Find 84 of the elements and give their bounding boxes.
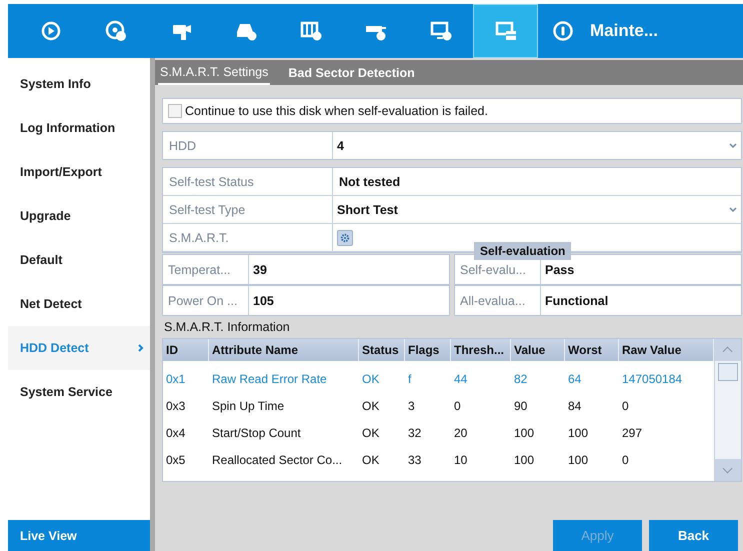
table-cell-text: Start/Stop Count xyxy=(211,426,302,440)
table-cell-text: 0x3 xyxy=(165,398,186,412)
table-cell-text: 0x5 xyxy=(165,452,186,466)
sidebar-item[interactable]: System Service xyxy=(8,370,150,414)
scroll-thumb[interactable] xyxy=(718,363,738,381)
table-cell-text: 0 xyxy=(621,452,630,466)
column-header[interactable]: Flags xyxy=(405,339,451,361)
field-value: 39 xyxy=(252,262,268,278)
table-cell-text: Reallocated Sector Co... xyxy=(211,452,344,466)
sidebar-item[interactable]: Net Detect xyxy=(8,282,150,326)
column-header[interactable]: Status xyxy=(359,339,405,361)
power-icon xyxy=(552,20,574,42)
table-cell-text: 84 xyxy=(567,398,582,412)
field-label: Self-test Type xyxy=(163,196,333,223)
chevron-icon xyxy=(138,344,144,352)
table-cell-text: 0x4 xyxy=(165,426,186,440)
table-cell-text: 0x1 xyxy=(165,372,186,386)
table-cell-text: OK xyxy=(361,398,380,412)
column-header[interactable]: Value xyxy=(511,339,565,361)
table-cell-text: 44 xyxy=(453,372,468,386)
column-header[interactable]: Attribute Name xyxy=(209,339,359,361)
tooltip: Self-evaluation xyxy=(474,242,572,260)
action-button[interactable]: Back xyxy=(649,520,738,551)
monitor-storage-icon xyxy=(494,20,516,42)
section-title: S.M.A.R.T. Information xyxy=(163,319,291,336)
dropdown-field[interactable]: Short Test xyxy=(333,196,741,223)
table-cell-text: 0 xyxy=(453,398,462,412)
table-cell-text: OK xyxy=(361,426,380,440)
table-cell-text: 100 xyxy=(513,426,536,440)
table-cell-text: 20 xyxy=(453,426,468,440)
table-cell-text: 32 xyxy=(407,426,422,440)
table-cell-text: Raw Read Error Rate xyxy=(211,372,328,386)
checkbox[interactable] xyxy=(168,104,182,118)
live-view-button[interactable]: Live View xyxy=(8,520,150,551)
table-cell-text: 90 xyxy=(513,398,528,412)
table-cell-text: 0 xyxy=(621,398,630,412)
field-value: Short Test xyxy=(337,202,398,216)
menu-tab[interactable] xyxy=(473,4,538,58)
table-cell-text: 3 xyxy=(407,398,416,412)
field-label: Power On ... xyxy=(163,286,249,315)
table-cell-text: 82 xyxy=(513,372,528,386)
table-cell-text: 64 xyxy=(567,372,582,386)
sidebar-item[interactable]: Default xyxy=(8,238,150,282)
tab[interactable]: S.M.A.R.T. Settings xyxy=(158,60,270,85)
sidebar-item[interactable]: Upgrade xyxy=(8,194,150,238)
checkbox-label: Continue to use this disk when self-evaluation is failed. xyxy=(185,104,488,118)
table-cell-text: 100 xyxy=(513,452,536,466)
column-header[interactable]: Thresh... xyxy=(451,339,511,361)
table-cell-text: 147050184 xyxy=(621,372,684,386)
field-label: Self-test Status xyxy=(163,168,333,195)
field-value: 105 xyxy=(252,292,275,310)
table-cell-text: 10 xyxy=(453,452,468,466)
disc-icon xyxy=(104,20,126,42)
sidebar-item[interactable]: Log Information xyxy=(8,106,150,150)
field-label: Self-evalu... xyxy=(455,255,541,284)
table-cell-text: OK xyxy=(361,452,380,466)
table-row[interactable]: 0x4 Start/Stop Count OK 32 20 100 100 297 xyxy=(163,419,714,446)
field-value: Functional xyxy=(544,292,610,310)
tab[interactable]: Bad Sector Detection xyxy=(286,60,417,85)
table-row[interactable]: 0x5 Reallocated Sector Co... OK 33 10 100 100 0 xyxy=(163,446,714,473)
scrollbar[interactable] xyxy=(714,339,741,481)
sidebar-item[interactable]: Import/Export xyxy=(8,150,150,194)
field-label: All-evalua... xyxy=(455,286,541,315)
table-row[interactable]: 0x3 Spin Up Time OK 3 0 90 84 0 xyxy=(163,392,714,419)
table-cell-text: Spin Up Time xyxy=(211,398,286,412)
field-value: Pass xyxy=(544,262,576,278)
maintenance-tab[interactable]: Mainte... xyxy=(538,4,658,58)
table-cell-text: 297 xyxy=(621,426,644,440)
table-cell-text: 33 xyxy=(407,452,422,466)
table-row[interactable]: 0x1 Raw Read Error Rate OK f 44 82 64 147050184 xyxy=(163,365,714,392)
column-header[interactable]: ID xyxy=(163,339,209,361)
table-cell-text: 100 xyxy=(567,426,590,440)
field-label: S.M.A.R.T. xyxy=(163,224,333,251)
gear-icon xyxy=(340,232,350,242)
sidebar-item[interactable]: System Info xyxy=(8,62,150,106)
table-cell-text: 100 xyxy=(567,452,590,466)
settings-button[interactable] xyxy=(337,230,353,246)
caret-icon xyxy=(729,207,737,212)
column-header[interactable]: Worst xyxy=(565,339,619,361)
table-cell-text: OK xyxy=(361,372,380,386)
play-circle-icon xyxy=(40,20,62,42)
field-label: Temperat... xyxy=(163,255,249,284)
field-value: Not tested xyxy=(338,174,402,190)
table-cell-text: f xyxy=(407,372,412,386)
